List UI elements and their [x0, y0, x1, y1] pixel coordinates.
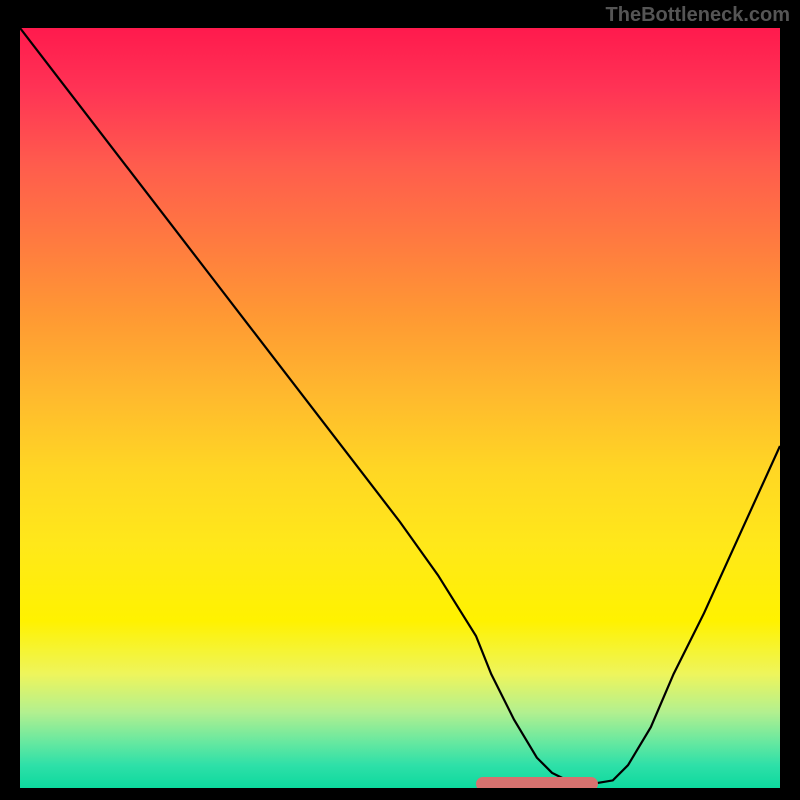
chart-svg [20, 28, 780, 788]
watermark-text: TheBottleneck.com [606, 4, 790, 27]
line-curve [20, 28, 780, 784]
plot-area [20, 28, 780, 788]
valley-marker [476, 777, 598, 788]
